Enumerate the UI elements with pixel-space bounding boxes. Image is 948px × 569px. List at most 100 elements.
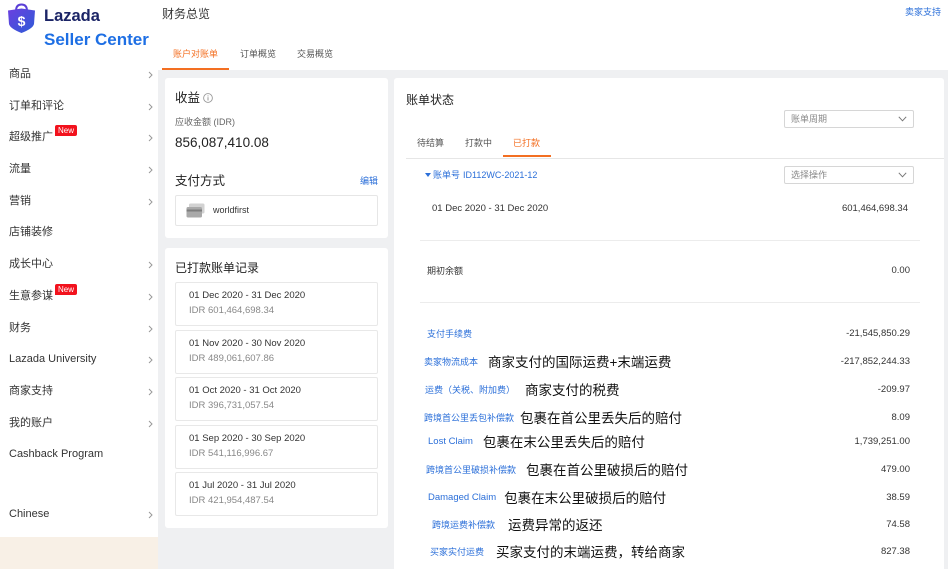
statement-status-title: 账单状态 [406, 93, 455, 107]
line-amount: -209.97 [877, 383, 910, 395]
payment-method-title: 支付方式 [175, 174, 226, 188]
seller-support-link[interactable]: 卖家支持 [905, 6, 941, 18]
statement-line: 跨境首公里丢包补偿款 包裹在首公里丢失后的赔付 8.09 [424, 408, 910, 426]
chevron-right-icon [148, 325, 153, 332]
paid-history-card: 已打款账单记录 01 Dec 2020 - 31 Dec 2020 IDR 60… [165, 248, 388, 528]
line-note: 包裹在末公里破损后的赔付 [504, 491, 667, 506]
chevron-right-icon [148, 261, 153, 269]
sidebar-item-label: 店铺装修 [9, 226, 53, 239]
payment-method-box: worldfirst [175, 195, 378, 226]
line-note: 商家支付的国际运费+末端运费 [488, 355, 672, 370]
tab-paid[interactable]: 已打款 [502, 133, 551, 157]
section-divider [420, 240, 920, 241]
record-amount: IDR 421,954,487.54 [189, 495, 275, 506]
svg-text:$: $ [18, 13, 26, 29]
tab-payout-in-progress[interactable]: 打款中 [455, 133, 503, 157]
record-period: 01 Jul 2020 - 31 Jul 2020 [189, 480, 296, 491]
brand-name: Lazada [44, 7, 100, 25]
sidebar-item-business-advisor[interactable]: 生意参谋New [0, 281, 158, 313]
sidebar-item-label: 营销 [9, 194, 31, 207]
select-placeholder: 账单周期 [791, 114, 828, 124]
sidebar-item-label: 生意参谋 [9, 289, 53, 302]
chevron-right-icon [148, 420, 153, 427]
paid-record-item[interactable]: 01 Dec 2020 - 31 Dec 2020 IDR 601,464,69… [175, 282, 378, 326]
lazada-logo-icon[interactable]: $ [6, 3, 37, 34]
line-label[interactable]: 买家实付运费 [430, 545, 484, 558]
line-label[interactable]: 支付手续费 [427, 327, 472, 340]
chevron-right-icon [148, 103, 153, 111]
tab-pending-settlement[interactable]: 待结算 [407, 133, 455, 157]
sidebar-item-label: 商家支持 [9, 384, 53, 397]
new-badge: New [55, 283, 78, 295]
paid-record-item[interactable]: 01 Jul 2020 - 31 Jul 2020 IDR 421,954,48… [175, 472, 378, 516]
sidebar-item-cashback-program[interactable]: Cashback Program [0, 439, 158, 471]
sidebar-footer [0, 537, 158, 569]
statement-line: Lost Claim 包裹在末公里丢失后的赔付 1,739,251.00 [428, 432, 910, 450]
statement-period-total: 601,464,698.34 [841, 203, 908, 214]
line-amount: 38.59 [886, 491, 910, 503]
select-placeholder: 选择操作 [791, 170, 828, 180]
chevron-right-icon [148, 166, 153, 174]
sidebar-item-label: 成长中心 [9, 258, 53, 271]
sidebar: $ Lazada Seller Center 商品 订单和评论 超级推广New … [0, 0, 158, 569]
earnings-title: 收益 [175, 91, 201, 105]
brand-subtitle: Seller Center [44, 30, 149, 49]
line-note: 包裹在首公里丢失后的赔付 [520, 411, 683, 426]
sidebar-item-growth-center[interactable]: 成长中心 [0, 249, 158, 281]
chevron-right-icon [148, 293, 153, 301]
sidebar-item-seller-support[interactable]: 商家支持 [0, 376, 158, 408]
tab-account-statement[interactable]: 账户对账单 [162, 44, 229, 70]
sidebar-item-label: 订单和评论 [9, 99, 64, 112]
sidebar-item-store-decoration[interactable]: 店铺装修 [0, 217, 158, 249]
line-note: 包裹在首公里破损后的赔付 [526, 463, 689, 478]
line-label[interactable]: 卖家物流成本 [424, 355, 478, 368]
statement-period-select[interactable]: 账单周期 [784, 110, 914, 128]
new-badge: New [55, 125, 78, 137]
sidebar-item-sponsored-solutions[interactable]: 超级推广New [0, 122, 158, 154]
statement-number-toggle[interactable]: 账单号 ID112WC-2021-12 [425, 169, 537, 181]
paid-record-item[interactable]: 01 Oct 2020 - 31 Oct 2020 IDR 396,731,05… [175, 377, 378, 421]
sidebar-item-lazada-university[interactable]: Lazada University [0, 344, 158, 376]
sidebar-item-marketing[interactable]: 营销 [0, 186, 158, 218]
sidebar-item-my-account[interactable]: 我的账户 [0, 408, 158, 440]
record-amount: IDR 396,731,057.54 [189, 400, 275, 411]
edit-payment-link[interactable]: 编辑 [360, 175, 378, 187]
chevron-down-icon [898, 172, 907, 178]
sidebar-item-orders-reviews[interactable]: 订单和评论 [0, 91, 158, 123]
record-period: 01 Dec 2020 - 31 Dec 2020 [189, 290, 306, 301]
statement-number-label: 账单号 [433, 170, 461, 180]
sidebar-item-label: 流量 [9, 163, 31, 176]
line-label[interactable]: 跨境运费补偿款 [432, 518, 495, 531]
receivable-amount-label: 应收金额 (IDR) [175, 117, 235, 127]
line-label[interactable]: Damaged Claim [428, 492, 496, 503]
line-note: 商家支付的税费 [525, 383, 620, 398]
language-selector[interactable]: Chinese [0, 499, 158, 531]
line-note: 运费异常的返还 [508, 518, 603, 533]
page-title: 财务总览 [162, 7, 211, 21]
chevron-right-icon [148, 511, 153, 519]
line-label[interactable]: 运费（关税、附加费） [425, 383, 515, 396]
sidebar-item-traffic[interactable]: 流量 [0, 154, 158, 186]
sidebar-item-label: 超级推广 [9, 131, 53, 144]
record-period: 01 Sep 2020 - 30 Sep 2020 [189, 432, 306, 444]
line-amount: 827.38 [880, 545, 910, 557]
sidebar-item-products[interactable]: 商品 [0, 59, 158, 91]
line-amount: -217,852,244.33 [840, 355, 910, 367]
tab-transaction-overview[interactable]: 交易概览 [297, 44, 333, 70]
sidebar-item-finance[interactable]: 财务 [0, 313, 158, 345]
receivable-amount: 856,087,410.08 [175, 135, 269, 150]
line-label[interactable]: Lost Claim [428, 436, 473, 447]
paid-record-item[interactable]: 01 Nov 2020 - 30 Nov 2020 IDR 489,061,60… [175, 329, 378, 374]
info-icon[interactable] [203, 93, 213, 103]
action-select[interactable]: 选择操作 [784, 166, 914, 184]
line-amount: -21,545,850.29 [846, 327, 910, 339]
record-amount: IDR 541,116,996.67 [189, 447, 274, 459]
line-label[interactable]: 跨境首公里丢包补偿款 [424, 411, 514, 424]
statement-line: 支付手续费 -21,545,850.29 [427, 324, 910, 342]
line-label[interactable]: 跨境首公里破损补偿款 [426, 463, 516, 476]
chevron-right-icon [148, 388, 153, 396]
record-period: 01 Oct 2020 - 31 Oct 2020 [189, 385, 301, 396]
tab-order-overview[interactable]: 订单概览 [240, 44, 276, 70]
paid-record-item[interactable]: 01 Sep 2020 - 30 Sep 2020 IDR 541,116,99… [175, 424, 378, 469]
statement-status-card: 账单状态 账单周期 待结算 打款中 已打款 账单号 ID112WC-2021-1… [394, 78, 944, 569]
